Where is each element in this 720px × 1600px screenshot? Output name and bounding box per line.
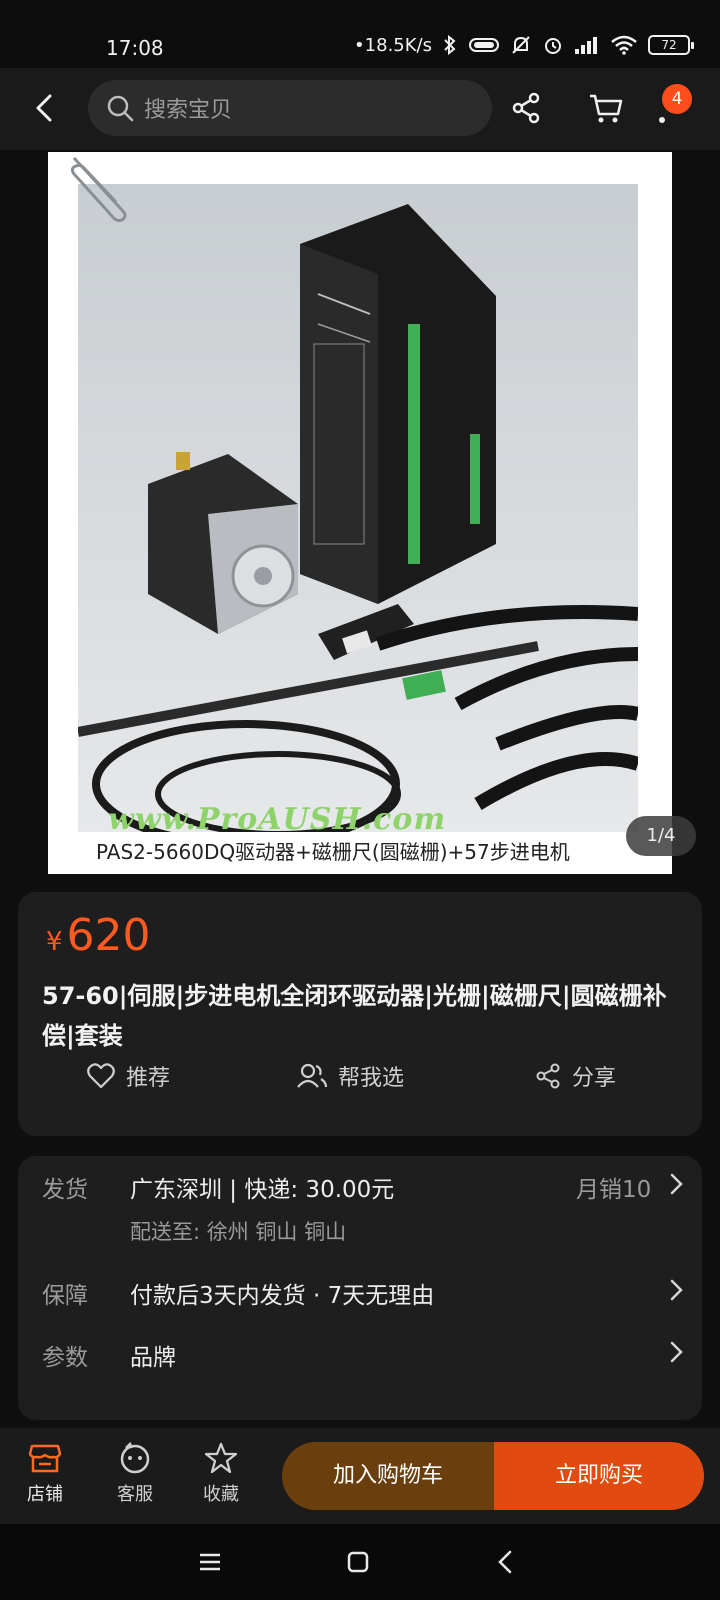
home-icon[interactable] <box>342 1546 374 1578</box>
link-icon <box>469 38 499 52</box>
store-icon <box>28 1444 62 1473</box>
product-photo <box>78 184 638 832</box>
add-to-cart-button[interactable]: 加入购物车 <box>282 1442 494 1510</box>
share-icon <box>536 1063 560 1089</box>
help-choose-label: 帮我选 <box>338 1066 405 1091</box>
monthly-sales: 月销10 <box>576 1177 652 1203</box>
top-nav: 搜索宝贝 <box>0 68 720 150</box>
system-nav-bar <box>0 1524 720 1600</box>
star-icon <box>204 1442 238 1474</box>
product-title: 57-60|伺服|步进电机全闭环驱动器|光栅|磁栅尺|圆磁栅补偿|套装 <box>42 982 667 1050</box>
action-row: 推荐 帮我选 分享 <box>18 1060 702 1116</box>
price-card: ¥ 620 57-60|伺服|步进电机全闭环驱动器|光栅|磁栅尺|圆磁栅补偿|套… <box>18 892 702 1136</box>
back-arrow-icon[interactable] <box>28 90 64 126</box>
search-input[interactable]: 搜索宝贝 <box>88 80 492 136</box>
price: ¥ 620 <box>46 910 151 961</box>
people-icon <box>297 1063 328 1088</box>
cart-icon[interactable] <box>586 88 626 128</box>
status-bar: 17:08 •18.5K/s 72 <box>0 0 720 68</box>
help-choose-button[interactable]: 帮我选 <box>296 1060 404 1092</box>
favorite-label: 收藏 <box>203 1484 239 1505</box>
chevron-right-icon <box>670 1279 683 1301</box>
chevron-right-icon <box>670 1173 683 1195</box>
share-button[interactable]: 分享 <box>534 1060 616 1092</box>
shipping-label: 发货 <box>42 1177 88 1203</box>
alarm-icon <box>545 38 561 54</box>
signal-icon <box>575 37 597 54</box>
recommend-button[interactable]: 推荐 <box>86 1060 170 1092</box>
params-label: 参数 <box>42 1345 88 1371</box>
product-illustration <box>78 184 638 832</box>
params-value: 品牌 <box>130 1345 176 1371</box>
network-speed: •18.5K/s <box>354 34 432 56</box>
mute-icon <box>512 36 530 54</box>
store-tab[interactable]: 店铺 <box>10 1442 80 1506</box>
menu-icon[interactable] <box>194 1546 226 1578</box>
share-label: 分享 <box>572 1066 617 1091</box>
buy-now-button[interactable]: 立即购买 <box>494 1442 704 1510</box>
currency-symbol: ¥ <box>46 927 63 957</box>
customer-service-icon <box>120 1442 150 1474</box>
battery-icon: 72 <box>648 35 694 55</box>
image-watermark: www.ProAUSH.com <box>108 802 447 837</box>
chevron-right-icon <box>670 1341 683 1363</box>
share-icon[interactable] <box>506 88 546 128</box>
guarantee-value: 付款后3天内发货 · 7天无理由 <box>130 1283 435 1309</box>
store-label: 店铺 <box>27 1484 63 1505</box>
status-icons: •18.5K/s 72 <box>354 34 694 56</box>
favorite-tab[interactable]: 收藏 <box>186 1442 256 1506</box>
heart-icon <box>87 1063 115 1089</box>
back-icon[interactable] <box>490 1546 522 1578</box>
image-counter: 1/4 <box>626 816 696 856</box>
search-icon <box>107 95 134 122</box>
search-placeholder: 搜索宝贝 <box>144 98 233 123</box>
message-badge: 4 <box>662 84 692 114</box>
paperclip-icon <box>70 156 127 222</box>
service-tab[interactable]: 客服 <box>100 1442 170 1506</box>
product-image[interactable] <box>48 152 672 874</box>
recommend-label: 推荐 <box>126 1066 171 1091</box>
shipping-value: 广东深圳 | 快递: 30.00元 <box>130 1177 395 1203</box>
service-label: 客服 <box>117 1484 153 1505</box>
price-value: 620 <box>66 910 151 961</box>
bottom-action-bar: 店铺 客服 收藏 加入购物车 立即购买 <box>0 1428 720 1524</box>
clock: 17:08 <box>106 36 164 60</box>
deliver-to: 配送至: 徐州 铜山 铜山 <box>130 1220 347 1244</box>
bluetooth-icon <box>444 34 456 56</box>
info-card: 发货 广东深圳 | 快递: 30.00元 月销10 配送至: 徐州 铜山 铜山 … <box>18 1156 702 1420</box>
image-caption: PAS2-5660DQ驱动器+磁栅尺(圆磁栅)+57步进电机 <box>96 840 570 864</box>
wifi-icon <box>611 35 637 55</box>
guarantee-label: 保障 <box>42 1283 88 1309</box>
